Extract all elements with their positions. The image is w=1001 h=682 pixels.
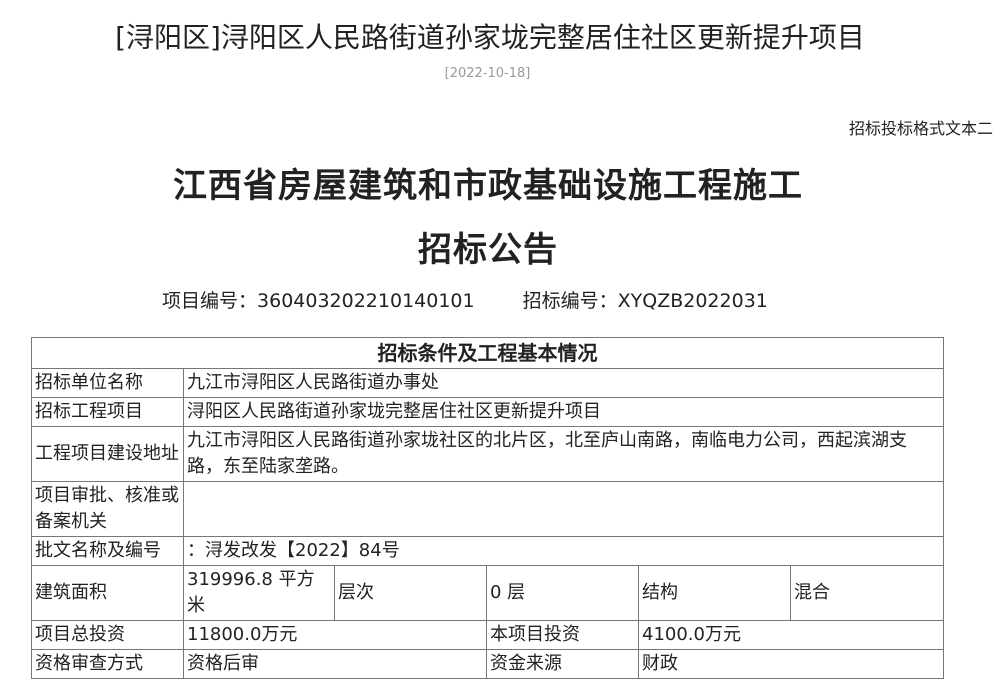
table-row: 项目审批、核准或备案机关 [31,481,945,537]
row-value [182,481,945,537]
document-heading-line1: 江西省房屋建筑和市政基础设施工程施工 [173,166,803,206]
row-value: 浔阳区人民路街道孙家垅完整居住社区更新提升项目 [182,397,945,427]
document-numbers: 项目编号：360403202210140101 招标编号：XYQZB2022031 [162,286,768,313]
total-investment-value: 11800.0万元 [183,620,487,650]
row-label: 批文名称及编号 [31,536,184,566]
format-label: 招标投标格式文本二 [848,119,993,138]
document-heading-line2: 招标公告 [418,230,558,270]
row-label: 招标单位名称 [31,368,184,398]
project-investment-label: 本项目投资 [486,620,639,650]
table-heading: 招标条件及工程基本情况 [30,337,945,369]
table-row: 批文名称及编号 ：浔发改发【2022】84号 [31,536,945,566]
area-value: 319996.8 平方米 [183,565,335,621]
table-row: 建筑面积 319996.8 平方米 层次 0 层 结构 混合 [31,565,945,621]
fund-source-value: 财政 [637,649,945,679]
structure-label: 结构 [638,565,791,621]
row-label: 工程项目建设地址 [31,426,184,482]
publish-date: [2022-10-18] [444,66,531,81]
fund-source-label: 资金来源 [486,649,639,679]
bid-no-label: 招标编号： [522,290,618,312]
area-label: 建筑面积 [31,565,184,621]
row-value: 九江市浔阳区人民路街道办事处 [182,368,945,398]
qualification-method-value: 资格后审 [183,649,487,679]
project-no-label: 项目编号： [162,290,258,312]
page-title: [浔阳区]浔阳区人民路街道孙家垅完整居住社区更新提升项目 [115,21,865,54]
table-row: 工程项目建设地址 九江市浔阳区人民路街道孙家垅社区的北片区，北至庐山南路，南临电… [31,426,945,482]
project-no: 360403202210140101 [257,290,475,312]
row-value: 九江市浔阳区人民路街道孙家垅社区的北片区，北至庐山南路，南临电力公司，西起滨湖支… [182,426,945,482]
table-row: 招标条件及工程基本情况 [30,337,945,369]
qualification-method-label: 资格审查方式 [31,649,184,679]
total-investment-label: 项目总投资 [31,620,184,650]
floors-label: 层次 [334,565,487,621]
table-row: 招标单位名称 九江市浔阳区人民路街道办事处 [31,368,945,398]
project-investment-value: 4100.0万元 [637,620,945,650]
table-row: 招标工程项目 浔阳区人民路街道孙家垅完整居住社区更新提升项目 [31,397,945,427]
structure-value: 混合 [789,565,945,621]
row-label: 项目审批、核准或备案机关 [31,481,184,537]
row-label: 招标工程项目 [31,397,184,427]
row-value: ：浔发改发【2022】84号 [182,536,945,566]
table-row: 资格审查方式 资格后审 资金来源 财政 [31,649,945,679]
tender-info-table: 招标条件及工程基本情况 招标单位名称 九江市浔阳区人民路街道办事处 招标工程项目… [30,337,945,679]
table-row: 项目总投资 11800.0万元 本项目投资 4100.0万元 [31,620,945,650]
bid-no: XYQZB2022031 [617,290,768,312]
floors-value: 0 层 [486,565,639,621]
